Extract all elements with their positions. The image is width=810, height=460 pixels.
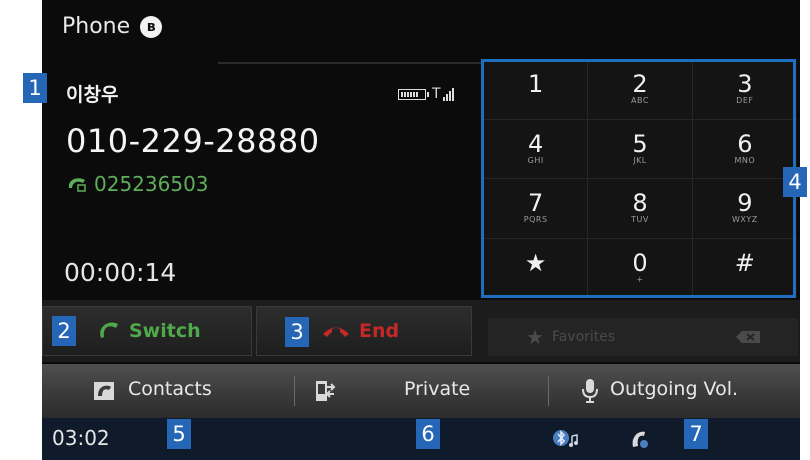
key-digit: 8 (632, 189, 648, 218)
callout-3: 3 (285, 317, 309, 347)
callout-2: 2 (52, 316, 76, 346)
caller-number: 010-229-28880 (66, 122, 320, 160)
key-digit: 2 (632, 70, 648, 99)
callout-5: 5 (167, 419, 191, 449)
callout-7: 7 (684, 419, 708, 449)
key-letters: TUV (631, 215, 649, 225)
bluetooth-icon: ʙ (140, 15, 163, 38)
key-digit: 9 (737, 189, 753, 218)
key-letters: PQRS (523, 215, 548, 225)
end-call-handset-icon (323, 327, 349, 337)
phone-status: T (398, 87, 454, 101)
key-star[interactable]: ★ (484, 238, 589, 298)
caller-name: 이창우 (66, 84, 119, 106)
switch-handset-icon (100, 322, 118, 338)
backspace-icon (736, 331, 760, 343)
page-title: Phone (62, 14, 131, 39)
end-label: End (359, 320, 400, 342)
key-4[interactable]: 4 GHI (484, 119, 589, 179)
star-icon: ★ (526, 325, 544, 349)
contacts-label: Contacts (128, 378, 212, 400)
key-6[interactable]: 6 MNO (692, 120, 797, 179)
phone-screen: Phone ʙ 이창우 T 010-229-28880 025236503 00… (42, 0, 800, 460)
outgoing-vol-label: Outgoing Vol. (610, 378, 739, 400)
favorites-label: Favorites (551, 329, 616, 345)
title-divider (218, 62, 486, 64)
title-bar: Phone ʙ (62, 14, 163, 39)
callout-6: 6 (416, 419, 440, 449)
key-digit: 5 (632, 129, 648, 158)
private-label: Private (404, 378, 471, 400)
callout-4: 4 (783, 167, 807, 197)
battery-icon (398, 88, 429, 100)
key-digit: 7 (528, 189, 544, 218)
key-2[interactable]: 2 ABC (588, 60, 693, 120)
dial-keypad: 1 2 ABC 3 DEF 4 GHI 5 JKL 6 MNO 7 PQRS 8 TUV 9W… (484, 60, 797, 298)
alt-number-row: 025236503 (66, 172, 209, 196)
key-9[interactable]: 9 WXYZ (692, 179, 797, 239)
alt-number: 025236503 (94, 172, 209, 196)
menu-separator (548, 376, 549, 406)
call-active-icon (630, 428, 650, 454)
key-hash[interactable]: # (693, 239, 797, 299)
key-digit: 3 (737, 70, 753, 99)
favorites-button[interactable]: ★ Favorites (488, 318, 732, 356)
key-1[interactable]: 1 (484, 60, 589, 120)
key-digit: 4 (528, 129, 544, 158)
key-8[interactable]: 8 TUV (588, 179, 693, 239)
signal-icon: T (432, 87, 454, 101)
handset-icon (68, 178, 86, 192)
key-digit: 1 (528, 70, 544, 99)
key-digit: 6 (737, 129, 753, 158)
key-letters: + (636, 275, 644, 285)
key-7[interactable]: 7 PQRS (484, 179, 589, 239)
callout-1: 1 (23, 73, 47, 103)
key-letters: ABC (631, 96, 649, 106)
status-clock: 03:02 (52, 426, 110, 450)
backspace-button[interactable] (698, 318, 798, 356)
key-letters: DEF (736, 96, 754, 106)
contacts-button[interactable]: Contacts (92, 364, 212, 418)
key-5[interactable]: 5 JKL (588, 119, 693, 179)
key-3[interactable]: 3 DEF (692, 60, 797, 120)
private-mode-icon (316, 381, 336, 401)
key-digit: 0 (632, 249, 648, 278)
key-letters: JKL (633, 155, 647, 165)
bluetooth-audio-icon (552, 428, 580, 454)
key-0[interactable]: 0 + (588, 238, 693, 298)
key-letters: MNO (734, 155, 756, 165)
key-digit: # (734, 249, 755, 278)
key-letters: GHI (527, 155, 544, 165)
microphone-icon (582, 379, 598, 403)
private-button[interactable]: Private (314, 364, 470, 418)
menu-separator (294, 376, 295, 406)
outgoing-volume-button[interactable]: Outgoing Vol. (582, 364, 738, 418)
key-digit: ★ (524, 249, 547, 278)
call-duration: 00:00:14 (64, 258, 177, 287)
key-letters: WXYZ (731, 215, 758, 225)
contacts-icon (94, 382, 114, 400)
switch-label: Switch (129, 320, 201, 342)
